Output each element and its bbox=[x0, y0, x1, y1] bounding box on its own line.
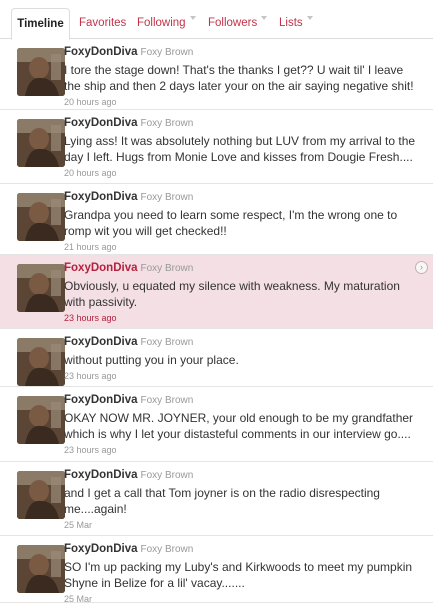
avatar[interactable] bbox=[17, 396, 65, 444]
tweet[interactable]: FoxyDonDiva Foxy Brown Grandpa you need to… bbox=[0, 184, 433, 255]
tweet-header: FoxyDonDiva Foxy Brown bbox=[64, 261, 420, 276]
tweet-text-line: me....again! bbox=[64, 502, 127, 516]
tab-lists[interactable]: Lists bbox=[279, 8, 313, 39]
chevron-down-icon[interactable] bbox=[306, 16, 313, 20]
tweet-content: FoxyDonDiva Foxy Brown OKAY NOW MR. JOYNER… bbox=[64, 393, 420, 455]
tweet[interactable]: FoxyDonDiva Foxy Brown and I get a call th… bbox=[0, 462, 433, 536]
tweet-header: FoxyDonDiva Foxy Brown bbox=[64, 116, 420, 131]
tweet-text: OKAY NOW MR. JOYNER, your old enough to … bbox=[64, 410, 420, 442]
avatar[interactable] bbox=[17, 545, 65, 593]
tweet-text-line: with passivity. bbox=[64, 295, 138, 309]
tweet-timestamp-link[interactable]: 23 hours ago bbox=[64, 371, 420, 381]
tweet-text-line: Grandpa you need to learn some respect, … bbox=[64, 208, 398, 222]
tweet-header: FoxyDonDiva Foxy Brown bbox=[64, 335, 420, 350]
full-name: Foxy Brown bbox=[140, 118, 194, 129]
tab-favorites-label: Favorites bbox=[79, 17, 127, 29]
tweet-header: FoxyDonDiva Foxy Brown bbox=[64, 45, 420, 60]
tweet-text-line: day I left. Hugs from Monie Love and kis… bbox=[64, 150, 413, 164]
chevron-down-icon[interactable] bbox=[189, 16, 196, 20]
avatar[interactable] bbox=[17, 48, 65, 96]
tweet[interactable]: FoxyDonDiva Foxy Brown I tore the stage do… bbox=[0, 39, 433, 110]
full-name: Foxy Brown bbox=[140, 337, 194, 348]
tweet-content: FoxyDonDiva Foxy Brown Obviously, u equate… bbox=[64, 261, 420, 323]
screen-name-link[interactable]: FoxyDonDiva bbox=[64, 469, 138, 481]
full-name: Foxy Brown bbox=[140, 192, 194, 203]
tab-timeline[interactable]: Timeline bbox=[11, 8, 70, 40]
screen-name-link[interactable]: FoxyDonDiva bbox=[64, 336, 138, 348]
tweet-header: FoxyDonDiva Foxy Brown bbox=[64, 542, 420, 557]
tab-lists-label: Lists bbox=[279, 17, 303, 29]
screen-name-link[interactable]: FoxyDonDiva bbox=[64, 262, 138, 274]
tweet-header: FoxyDonDiva Foxy Brown bbox=[64, 393, 420, 408]
tweet-text-line: SO I'm up packing my Luby's and Kirkwood… bbox=[64, 560, 413, 574]
tweet-text: and I get a call that Tom joyner is on t… bbox=[64, 485, 420, 517]
tweet-text: Obviously, u equated my silence with wea… bbox=[64, 278, 420, 310]
chevron-down-icon[interactable] bbox=[261, 16, 268, 20]
screen-name-link[interactable]: FoxyDonDiva bbox=[64, 191, 138, 203]
tweet-content: FoxyDonDiva Foxy Brown Grandpa you need to… bbox=[64, 190, 420, 252]
tab-favorites[interactable]: Favorites bbox=[79, 8, 126, 39]
tweet-content: FoxyDonDiva Foxy Brown I tore the stage do… bbox=[64, 45, 420, 107]
screen-name-link[interactable]: FoxyDonDiva bbox=[64, 394, 138, 406]
full-name: Foxy Brown bbox=[140, 544, 194, 555]
tweet-text: Grandpa you need to learn some respect, … bbox=[64, 207, 420, 239]
full-name: Foxy Brown bbox=[140, 395, 194, 406]
tweet-timestamp-link[interactable]: 21 hours ago bbox=[64, 242, 420, 252]
tweet-text: SO I'm up packing my Luby's and Kirkwood… bbox=[64, 559, 420, 591]
avatar[interactable] bbox=[17, 119, 65, 167]
tweet-content: FoxyDonDiva Foxy Brown Lying ass! It was a… bbox=[64, 116, 420, 178]
tab-followers[interactable]: Followers bbox=[208, 8, 268, 39]
tweet-text: I tore the stage down! That's the thanks… bbox=[64, 62, 420, 94]
tweet-text: Lying ass! It was absolutely nothing but… bbox=[64, 133, 420, 165]
tweet[interactable]: FoxyDonDiva Foxy Brown SO I'm up packing m… bbox=[0, 536, 433, 603]
tweet-text-line: without putting you in your place. bbox=[64, 353, 239, 367]
avatar[interactable] bbox=[17, 193, 65, 241]
tweet-text-line: Lying ass! It was absolutely nothing but… bbox=[64, 134, 416, 148]
tweet[interactable]: FoxyDonDiva Foxy Brown without putting you… bbox=[0, 329, 433, 387]
screen-name-link[interactable]: FoxyDonDiva bbox=[64, 543, 138, 555]
tweet-timestamp-link[interactable]: 23 hours ago bbox=[64, 313, 420, 323]
screen-name-link[interactable]: FoxyDonDiva bbox=[64, 46, 138, 58]
tab-followers-label: Followers bbox=[208, 17, 258, 29]
tab-following-label: Following bbox=[137, 17, 186, 29]
tweet-timestamp-link[interactable]: 20 hours ago bbox=[64, 97, 420, 107]
full-name: Foxy Brown bbox=[140, 470, 194, 481]
tweet-timestamp-link[interactable]: 25 Mar bbox=[64, 594, 420, 603]
full-name: Foxy Brown bbox=[140, 47, 194, 58]
avatar[interactable] bbox=[17, 338, 65, 386]
tweet-text-line: the ship and then 2 days later your on t… bbox=[64, 79, 414, 93]
chevron-right-icon[interactable]: › bbox=[415, 261, 428, 274]
tweet-text-line: OKAY NOW MR. JOYNER, your old enough to … bbox=[64, 411, 414, 425]
profile-tabs: Timeline Favorites Following Followers L… bbox=[0, 0, 433, 40]
full-name: Foxy Brown bbox=[140, 263, 194, 274]
tweet-content: FoxyDonDiva Foxy Brown SO I'm up packing m… bbox=[64, 542, 420, 603]
tweet-text-line: which is why I let your distasteful comm… bbox=[64, 427, 411, 441]
tab-following[interactable]: Following bbox=[137, 8, 196, 39]
tweet-header: FoxyDonDiva Foxy Brown bbox=[64, 190, 420, 205]
avatar[interactable] bbox=[17, 264, 65, 312]
tweet-text-line: and I get a call that Tom joyner is on t… bbox=[64, 486, 380, 500]
screen-name-link[interactable]: FoxyDonDiva bbox=[64, 117, 138, 129]
tweet-timestamp-link[interactable]: 20 hours ago bbox=[64, 168, 420, 178]
tweet[interactable]: FoxyDonDiva Foxy Brown OKAY NOW MR. JOYNER… bbox=[0, 387, 433, 462]
tweet-header: FoxyDonDiva Foxy Brown bbox=[64, 468, 420, 483]
tweet-timestamp-link[interactable]: 23 hours ago bbox=[64, 445, 420, 455]
tweet-content: FoxyDonDiva Foxy Brown without putting you… bbox=[64, 335, 420, 381]
tweet[interactable]: FoxyDonDiva Foxy Brown Lying ass! It was a… bbox=[0, 110, 433, 184]
tweet-text: without putting you in your place. bbox=[64, 352, 420, 368]
avatar[interactable] bbox=[17, 471, 65, 519]
tweet-text-line: I tore the stage down! That's the thanks… bbox=[64, 63, 404, 77]
tweet-text-line: romp wit you will get checked!! bbox=[64, 224, 227, 238]
tweet-text-line: Obviously, u equated my silence with wea… bbox=[64, 279, 400, 293]
tweet[interactable]: FoxyDonDiva Foxy Brown Obviously, u equate… bbox=[0, 255, 433, 329]
tweet-text-line: Shyne in Belize for a lil' vacay....... bbox=[64, 576, 245, 590]
tweet-content: FoxyDonDiva Foxy Brown and I get a call th… bbox=[64, 468, 420, 530]
tweet-timestamp-link[interactable]: 25 Mar bbox=[64, 520, 420, 530]
